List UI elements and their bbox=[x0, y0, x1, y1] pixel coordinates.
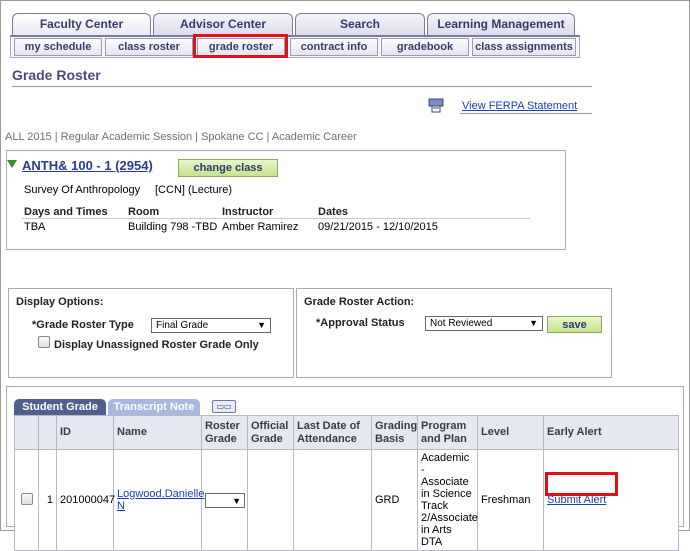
ferpa-divider bbox=[460, 113, 592, 114]
approval-status-value: Not Reviewed bbox=[430, 318, 493, 329]
page-title: Grade Roster bbox=[12, 67, 101, 83]
col-grading-basis[interactable]: Grading Basis bbox=[371, 415, 418, 450]
value-dates: 09/21/2015 - 12/10/2015 bbox=[318, 221, 438, 233]
subtab-class-assignments[interactable]: class assignments bbox=[472, 38, 576, 56]
roster-grade-cell: ▼ bbox=[201, 449, 248, 551]
ferpa-link[interactable]: View FERPA Statement bbox=[462, 100, 577, 112]
grading-basis: GRD bbox=[371, 449, 418, 551]
class-title-link[interactable]: ANTH& 100 - 1 (2954) bbox=[22, 158, 153, 173]
tab-student-grade[interactable]: Student Grade bbox=[14, 399, 106, 415]
value-room: Building 798 -TBD bbox=[128, 221, 218, 233]
subtab-my-schedule[interactable]: my schedule bbox=[14, 38, 102, 56]
display-options-title: Display Options: bbox=[16, 296, 104, 308]
change-class-button[interactable]: change class bbox=[178, 159, 278, 177]
header-days-times: Days and Times bbox=[24, 206, 108, 218]
col-row-number bbox=[38, 415, 57, 450]
collapse-triangle-icon[interactable] bbox=[7, 160, 17, 168]
approval-status-label: *Approval Status bbox=[316, 317, 405, 329]
unassigned-checkbox[interactable] bbox=[38, 336, 50, 348]
highlight-submit-alert bbox=[545, 472, 618, 496]
tab-search[interactable]: Search bbox=[295, 13, 425, 35]
printer-icon[interactable] bbox=[428, 97, 444, 113]
table-row: 1 201000047 Logwood,Danielle N ▼ GRD Aca… bbox=[14, 449, 679, 551]
header-dates: Dates bbox=[318, 206, 348, 218]
subtab-contract-info[interactable]: contract info bbox=[290, 38, 378, 56]
roster-type-select[interactable]: Final Grade ▼ bbox=[151, 318, 271, 333]
row-checkbox[interactable] bbox=[20, 492, 33, 505]
student-level: Freshman bbox=[477, 449, 544, 551]
col-level[interactable]: Level bbox=[477, 415, 544, 450]
col-program-plan[interactable]: Program and Plan bbox=[417, 415, 478, 450]
meeting-divider bbox=[22, 218, 530, 219]
early-alert-cell: Submit Alert bbox=[543, 449, 679, 551]
roster-type-value: Final Grade bbox=[156, 320, 209, 331]
program-plan: Academic - Associate in Science Track 2/… bbox=[417, 449, 478, 551]
save-button[interactable]: save bbox=[547, 316, 602, 333]
roster-type-label: *Grade Roster Type bbox=[32, 319, 134, 331]
header-instructor: Instructor bbox=[222, 206, 274, 218]
course-description: Survey Of Anthropology bbox=[24, 184, 141, 196]
value-days-times: TBA bbox=[24, 221, 46, 233]
grade-action-title: Grade Roster Action: bbox=[304, 296, 415, 308]
show-all-columns-icon[interactable]: ▭▭ bbox=[212, 400, 236, 413]
col-id[interactable]: ID bbox=[56, 415, 114, 450]
table-header-row: ID Name Roster Grade Official Grade Last… bbox=[14, 415, 679, 450]
row-select-cell bbox=[14, 449, 39, 551]
tab-transcript-note[interactable]: Transcript Note bbox=[108, 399, 200, 415]
roster-grade-select[interactable]: ▼ bbox=[205, 492, 245, 508]
student-id: 201000047 bbox=[56, 449, 115, 551]
col-select bbox=[14, 415, 39, 450]
approval-status-select[interactable]: Not Reviewed ▼ bbox=[425, 316, 543, 331]
subtab-gradebook[interactable]: gradebook bbox=[381, 38, 469, 56]
highlight-grade-roster bbox=[193, 34, 288, 58]
header-room: Room bbox=[128, 206, 160, 218]
title-divider bbox=[12, 86, 592, 87]
course-type: [CCN] (Lecture) bbox=[155, 184, 233, 196]
col-roster-grade[interactable]: Roster Grade bbox=[201, 415, 248, 450]
col-early-alert[interactable]: Early Alert bbox=[543, 415, 679, 450]
student-name-link[interactable]: Logwood,Danielle N bbox=[117, 488, 204, 512]
tab-faculty-center[interactable]: Faculty Center bbox=[12, 13, 151, 35]
subtab-class-roster[interactable]: class roster bbox=[105, 38, 193, 56]
official-grade bbox=[247, 449, 294, 551]
dropdown-arrow-icon: ▼ bbox=[529, 318, 538, 328]
tab-advisor-center[interactable]: Advisor Center bbox=[153, 13, 293, 35]
unassigned-label: Display Unassigned Roster Grade Only bbox=[54, 339, 259, 351]
value-instructor: Amber Ramirez bbox=[222, 221, 299, 233]
dropdown-arrow-icon: ▼ bbox=[257, 320, 266, 330]
col-last-attendance[interactable]: Last Date of Attendance bbox=[293, 415, 372, 450]
col-official-grade[interactable]: Official Grade bbox=[247, 415, 294, 450]
tab-learning-management[interactable]: Learning Management bbox=[427, 13, 575, 35]
col-name[interactable]: Name bbox=[113, 415, 202, 450]
dropdown-arrow-icon: ▼ bbox=[232, 495, 241, 506]
term-breadcrumb: ALL 2015 | Regular Academic Session | Sp… bbox=[5, 131, 357, 143]
row-number: 1 bbox=[38, 449, 57, 551]
student-name-cell: Logwood,Danielle N bbox=[113, 449, 204, 551]
last-attendance bbox=[293, 449, 372, 551]
